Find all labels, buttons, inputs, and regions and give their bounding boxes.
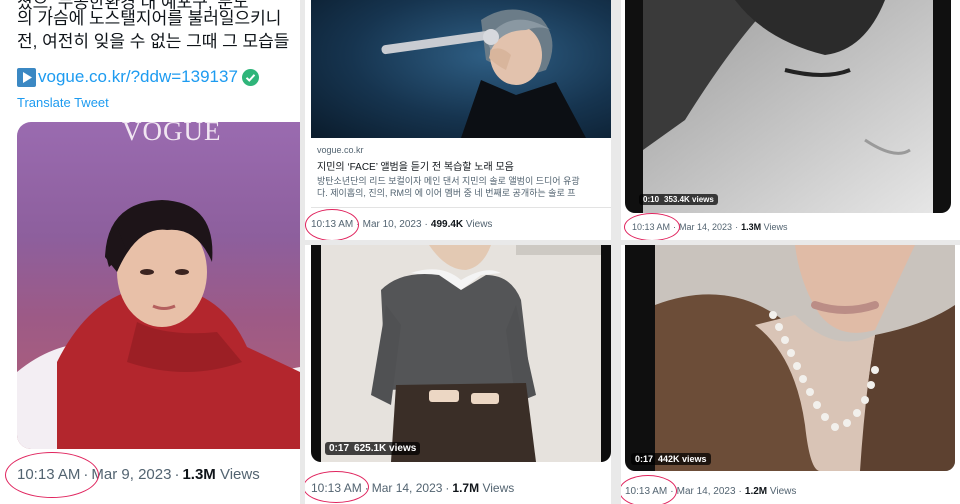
jacket-closeup-illustration	[655, 245, 955, 471]
highlight-circle	[621, 475, 677, 504]
views-count: 1.3M	[741, 222, 762, 232]
video-duration: 0:17	[329, 443, 350, 454]
views-label: Views	[482, 481, 515, 495]
video-duration: 0:17	[635, 454, 654, 464]
tweet-date[interactable]: Mar 14, 2023	[679, 222, 732, 232]
card-domain[interactable]: vogue.co.kr	[317, 145, 364, 155]
views-count: 1.3M	[182, 466, 216, 483]
tweet-date[interactable]: Mar 14, 2023	[677, 486, 736, 497]
tweet-link-text[interactable]: vogue.co.kr/?ddw=139137	[38, 67, 238, 87]
views-label: Views	[465, 219, 493, 230]
video-thumbnail[interactable]: 0:10 353.4K views	[625, 0, 951, 213]
card-title[interactable]: 지민의 ‘FACE’ 앨범을 듣기 전 복습할 노래 모음	[317, 158, 514, 173]
video-badge: 0:17 625.1K views	[325, 442, 421, 455]
tweet-meta-4: 10:13 AM · Mar 14, 2023 · 1.7M Views	[305, 471, 515, 503]
card-image[interactable]	[311, 0, 611, 138]
card-divider	[311, 207, 611, 208]
views-label: Views	[769, 486, 797, 497]
views-label: Views	[219, 466, 260, 483]
tweet-time[interactable]: 10:13 AM	[305, 471, 369, 503]
magazine-cover-image[interactable]: VOGUE	[17, 122, 300, 449]
tweet-date[interactable]: Mar 9, 2023	[91, 466, 171, 483]
face-closeup-illustration	[643, 0, 933, 213]
tweet-time[interactable]: 10:13 AM	[305, 209, 359, 240]
tweet-date[interactable]: Mar 10, 2023	[363, 219, 422, 230]
verified-check-icon	[241, 68, 259, 86]
tweet-date[interactable]: Mar 14, 2023	[372, 481, 443, 495]
card-description-line-2: 다. 제이홉의, 진의, RM의 에 이어 멤버 중 네 번째로 공개하는 솔로…	[317, 188, 576, 198]
tweet-text-line-2: 전, 여전히 잊을 수 없는 그때 그 모습들	[17, 32, 290, 51]
highlight-circle	[305, 471, 369, 503]
tweet-time[interactable]: 10:13 AM	[621, 475, 677, 504]
views-label: Views	[763, 222, 788, 232]
video-view-count: 625.1K views	[354, 443, 417, 454]
views-count: 499.4K	[430, 219, 464, 230]
tweet-panel-3: 0:10 353.4K views 10:13 AM · Mar 14, 2023 ·…	[621, 0, 960, 240]
tweet-text-line-1: 의 가슴에 노스탤지어를 불러일으키니	[17, 9, 282, 28]
outfit-illustration	[321, 245, 601, 462]
tweet-time[interactable]: 10:13 AM	[5, 452, 99, 498]
portrait-illustration	[17, 200, 300, 449]
tweet-panel-4: 0:17 625.1K views 10:13 AM · Mar 14, 2023 ·…	[305, 245, 611, 504]
tweet-meta-1: 10:13 AM · Mar 9, 2023 · 1.3M Views	[5, 452, 260, 498]
tweet-link[interactable]: vogue.co.kr/?ddw=139137	[17, 67, 259, 87]
video-view-count: 353.4K views	[664, 195, 714, 204]
tweet-time[interactable]: 10:13 AM	[624, 213, 680, 240]
highlight-circle	[5, 452, 99, 498]
tweet-panel-2: vogue.co.kr 지민의 ‘FACE’ 앨범을 듣기 전 복습할 노래 모…	[305, 0, 611, 240]
tweet-panel-1: 쳤으, 누공한환경 대 예포구, 분노 의 가슴에 노스탤지어를 불러일으키니 …	[0, 0, 300, 504]
video-duration: 0:10	[643, 195, 660, 204]
views-count: 1.2M	[744, 486, 768, 497]
video-thumbnail[interactable]: 0:17 625.1K views	[311, 245, 611, 462]
highlight-circle	[624, 213, 680, 240]
video-view-count: 442K views	[658, 454, 707, 464]
play-button-icon	[17, 67, 36, 87]
translate-tweet-link[interactable]: Translate Tweet	[17, 95, 109, 110]
tweet-panel-5: 0:17 442K views 10:13 AM · Mar 14, 2023 · 1.…	[621, 245, 960, 504]
tweet-meta-2: 10:13 AM · Mar 10, 2023 · 499.4K Views	[305, 209, 493, 240]
video-thumbnail[interactable]: 0:17 442K views	[625, 245, 955, 471]
singer-illustration	[381, 9, 586, 138]
tweet-meta-5: 10:13 AM · Mar 14, 2023 · 1.2M Views	[621, 475, 797, 504]
views-count: 1.7M	[452, 481, 480, 495]
video-badge: 0:10 353.4K views	[639, 194, 718, 205]
highlight-circle	[305, 209, 359, 240]
video-badge: 0:17 442K views	[631, 453, 711, 465]
tweet-meta-3: 10:13 AM · Mar 14, 2023 · 1.3M Views	[624, 213, 788, 240]
